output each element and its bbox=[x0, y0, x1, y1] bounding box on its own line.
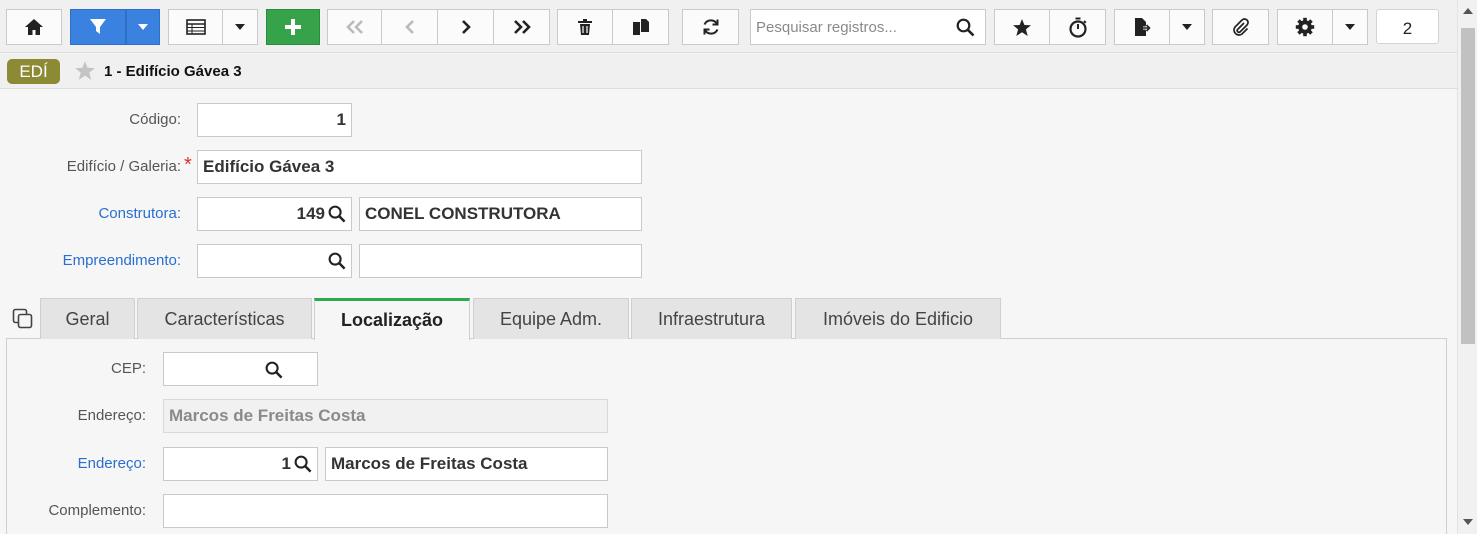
complemento-field[interactable] bbox=[163, 494, 608, 528]
plus-icon bbox=[285, 19, 301, 35]
search-icon[interactable] bbox=[294, 455, 312, 473]
search-icon[interactable] bbox=[956, 18, 975, 37]
copy-icon[interactable] bbox=[12, 308, 34, 330]
chevron-down-icon bbox=[1345, 24, 1355, 30]
chevron-down-icon bbox=[235, 24, 245, 30]
grid-view-dropdown-button[interactable] bbox=[223, 9, 258, 45]
filter-dropdown-button[interactable] bbox=[126, 9, 160, 45]
endereco-readonly-field: Marcos de Freitas Costa bbox=[163, 399, 608, 433]
star-icon[interactable] bbox=[74, 60, 96, 81]
favorite-button[interactable] bbox=[994, 9, 1050, 45]
grid-view-button[interactable] bbox=[168, 9, 223, 45]
refresh-button[interactable] bbox=[682, 9, 739, 45]
toolbar: 2 bbox=[0, 0, 1457, 53]
chevron-left-icon bbox=[404, 20, 414, 34]
previous-record-button[interactable] bbox=[382, 9, 438, 45]
tab-imoveis-do-edificio[interactable]: Imóveis do Edificio bbox=[795, 298, 1001, 339]
edificio-label: Edifício / Galeria: bbox=[66, 158, 181, 175]
double-chevron-right-icon bbox=[513, 20, 531, 34]
endereco-name-field[interactable]: Marcos de Freitas Costa bbox=[325, 447, 608, 481]
edificio-field[interactable]: Edifício Gávea 3 bbox=[197, 150, 642, 184]
chevron-down-icon bbox=[138, 24, 148, 30]
next-record-button[interactable] bbox=[438, 9, 494, 45]
refresh-icon bbox=[703, 19, 718, 35]
filter-button[interactable] bbox=[70, 9, 126, 45]
construtora-name-field[interactable]: CONEL CONSTRUTORA bbox=[359, 197, 642, 231]
construtora-code-field[interactable]: 149 bbox=[197, 197, 352, 231]
chevron-right-icon bbox=[461, 20, 471, 34]
add-record-button[interactable] bbox=[266, 9, 320, 45]
endereco-code: 1 bbox=[281, 454, 291, 473]
timer-button[interactable] bbox=[1050, 9, 1106, 45]
copy-icon bbox=[632, 19, 649, 35]
table-icon bbox=[185, 19, 206, 35]
codigo-field[interactable]: 1 bbox=[197, 103, 352, 137]
delete-button[interactable] bbox=[557, 9, 613, 45]
gear-icon bbox=[1295, 17, 1315, 37]
search-icon[interactable] bbox=[265, 361, 283, 379]
search-box bbox=[750, 9, 986, 45]
edificio-value: Edifício Gávea 3 bbox=[203, 157, 335, 176]
required-mark: * bbox=[184, 154, 192, 176]
tab-equipe-adm[interactable]: Equipe Adm. bbox=[473, 298, 629, 339]
tab-caracteristicas[interactable]: Características bbox=[137, 298, 312, 339]
page-number-box[interactable]: 2 bbox=[1376, 9, 1439, 44]
search-input[interactable] bbox=[751, 12, 951, 42]
record-title: 1 - Edifício Gávea 3 bbox=[104, 63, 242, 80]
page-scrollbar[interactable] bbox=[1457, 0, 1477, 534]
stopwatch-icon bbox=[1068, 17, 1087, 38]
endereco-label[interactable]: Endereço: bbox=[20, 455, 146, 472]
empreendimento-code-field[interactable] bbox=[197, 244, 352, 278]
home-button[interactable] bbox=[6, 9, 62, 45]
search-icon[interactable] bbox=[328, 252, 346, 270]
file-export-icon bbox=[1135, 18, 1152, 36]
filter-icon bbox=[90, 19, 106, 34]
attachments-button[interactable] bbox=[1212, 9, 1269, 45]
star-icon bbox=[1013, 18, 1031, 36]
scroll-down-arrow[interactable] bbox=[1463, 519, 1473, 525]
tab-localizacao[interactable]: Localização bbox=[314, 298, 470, 340]
codigo-label: Código: bbox=[129, 111, 181, 128]
endereco-readonly-label: Endereço: bbox=[77, 407, 146, 424]
export-dropdown-button[interactable] bbox=[1170, 9, 1205, 45]
settings-dropdown-button[interactable] bbox=[1333, 9, 1368, 45]
trash-icon bbox=[578, 19, 592, 35]
empreendimento-label[interactable]: Empreendimento: bbox=[20, 252, 181, 269]
endereco-code-field[interactable]: 1 bbox=[163, 447, 318, 481]
codigo-value: 1 bbox=[336, 110, 346, 129]
scroll-up-arrow[interactable] bbox=[1463, 8, 1473, 14]
endereco-readonly-value: Marcos de Freitas Costa bbox=[169, 406, 366, 425]
home-icon bbox=[25, 19, 43, 35]
last-record-button[interactable] bbox=[494, 9, 550, 45]
cep-label: CEP: bbox=[110, 360, 146, 377]
empreendimento-name-field[interactable] bbox=[359, 244, 642, 278]
first-record-button[interactable] bbox=[327, 9, 382, 45]
scroll-thumb[interactable] bbox=[1461, 28, 1475, 344]
construtora-code: 149 bbox=[296, 204, 325, 223]
tab-geral[interactable]: Geral bbox=[40, 298, 135, 339]
duplicate-button[interactable] bbox=[613, 9, 669, 45]
construtora-label[interactable]: Construtora: bbox=[40, 205, 181, 222]
chevron-down-icon bbox=[1182, 24, 1192, 30]
double-chevron-left-icon bbox=[345, 20, 363, 34]
record-title-bar: EDÍ 1 - Edifício Gávea 3 bbox=[0, 54, 1457, 89]
construtora-name: CONEL CONSTRUTORA bbox=[365, 204, 561, 223]
tab-infraestrutura[interactable]: Infraestrutura bbox=[631, 298, 792, 339]
search-icon[interactable] bbox=[328, 205, 346, 223]
endereco-name: Marcos de Freitas Costa bbox=[331, 454, 528, 473]
record-type-badge: EDÍ bbox=[7, 59, 60, 84]
settings-button[interactable] bbox=[1277, 9, 1333, 45]
complemento-label: Complemento: bbox=[48, 502, 146, 519]
cep-field[interactable] bbox=[163, 352, 318, 386]
export-button[interactable] bbox=[1114, 9, 1170, 45]
paperclip-icon bbox=[1232, 18, 1249, 36]
